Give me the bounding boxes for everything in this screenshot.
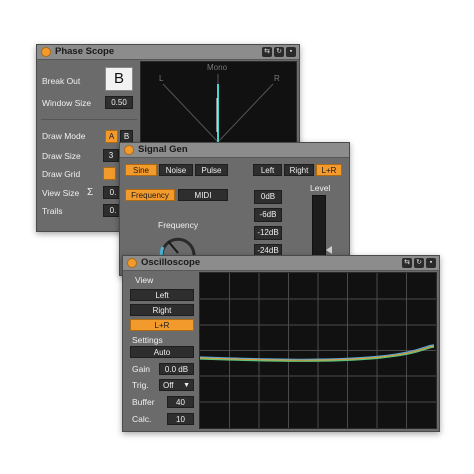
- buffer-label: Buffer: [132, 397, 155, 407]
- calc-label: Calc.: [132, 414, 152, 424]
- link-icon[interactable]: ⇆: [402, 258, 412, 268]
- oscilloscope-titlebar[interactable]: Oscilloscope ⇆ ↻ ▪: [123, 256, 439, 271]
- trig-label: Trig.: [132, 380, 149, 390]
- device-power-icon[interactable]: [41, 47, 51, 57]
- mode-frequency-button[interactable]: Frequency: [125, 189, 175, 201]
- draw-size-label: Draw Size: [42, 151, 81, 161]
- oscilloscope-title: Oscilloscope: [141, 257, 201, 268]
- draw-mode-a-button[interactable]: A: [105, 130, 118, 143]
- trails-label: Trails: [42, 206, 63, 216]
- scope-left-label: L: [159, 74, 164, 83]
- auto-button[interactable]: Auto: [130, 346, 194, 358]
- level-label: Level: [310, 183, 331, 193]
- settings-label: Settings: [132, 335, 163, 345]
- scope-mono-label: Mono: [207, 63, 228, 72]
- trig-dropdown-value: Off: [163, 381, 174, 390]
- signal-gen-title: Signal Gen: [138, 144, 188, 155]
- wave-pulse-button[interactable]: Pulse: [195, 164, 228, 176]
- wave-noise-button[interactable]: Noise: [159, 164, 193, 176]
- view-label: View: [135, 275, 154, 285]
- view-size-label: View Size: [42, 188, 80, 198]
- link-icon[interactable]: ⇆: [262, 47, 272, 57]
- oscilloscope-window: Oscilloscope ⇆ ↻ ▪ View Left Right L+R S…: [122, 255, 440, 432]
- window-size-field[interactable]: 0.50: [105, 96, 133, 109]
- wave-sine-button[interactable]: Sine: [125, 164, 157, 176]
- frequency-label: Frequency: [158, 220, 199, 230]
- draw-grid-toggle[interactable]: [103, 167, 116, 180]
- draw-grid-label: Draw Grid: [42, 169, 81, 179]
- draw-mode-label: Draw Mode: [42, 131, 86, 141]
- window-size-label: Window Size: [42, 98, 92, 108]
- view-lr-button[interactable]: L+R: [130, 319, 194, 331]
- out-right-button[interactable]: Right: [284, 164, 314, 176]
- refresh-icon[interactable]: ↻: [274, 47, 284, 57]
- view-left-button[interactable]: Left: [130, 289, 194, 301]
- save-icon[interactable]: ▪: [426, 258, 436, 268]
- phase-scope-titlebar[interactable]: Phase Scope ⇆ ↻ ▪: [37, 45, 299, 60]
- scope-right-label: R: [274, 74, 280, 83]
- gain-field[interactable]: 0.0 dB: [159, 363, 194, 375]
- out-lr-button[interactable]: L+R: [316, 164, 342, 176]
- signal-gen-titlebar[interactable]: Signal Gen: [120, 143, 349, 158]
- level-6db-button[interactable]: -6dB: [254, 208, 282, 222]
- draw-size-field[interactable]: 3: [103, 149, 119, 162]
- device-power-icon[interactable]: [124, 145, 134, 155]
- calc-field[interactable]: 10: [167, 413, 194, 425]
- out-left-button[interactable]: Left: [253, 164, 282, 176]
- phase-scope-divider: [41, 119, 137, 120]
- refresh-icon[interactable]: ↻: [414, 258, 424, 268]
- gain-label: Gain: [132, 364, 150, 374]
- buffer-field[interactable]: 40: [167, 396, 194, 408]
- oscilloscope-graphic: [200, 273, 436, 428]
- trig-dropdown[interactable]: Off ▼: [159, 379, 194, 391]
- mode-midi-button[interactable]: MIDI: [178, 189, 228, 201]
- oscilloscope-display: [199, 272, 437, 429]
- save-icon[interactable]: ▪: [286, 47, 296, 57]
- level-12db-button[interactable]: -12dB: [254, 226, 282, 240]
- break-out-button[interactable]: B: [105, 67, 133, 91]
- level-0db-button[interactable]: 0dB: [254, 190, 282, 204]
- chevron-down-icon: ▼: [183, 382, 190, 389]
- device-power-icon[interactable]: [127, 258, 137, 268]
- level-slider-handle[interactable]: [326, 246, 332, 254]
- phase-scope-title: Phase Scope: [55, 46, 115, 57]
- break-out-label: Break Out: [42, 76, 81, 86]
- view-right-button[interactable]: Right: [130, 304, 194, 316]
- sigma-icon: Σ: [87, 187, 94, 198]
